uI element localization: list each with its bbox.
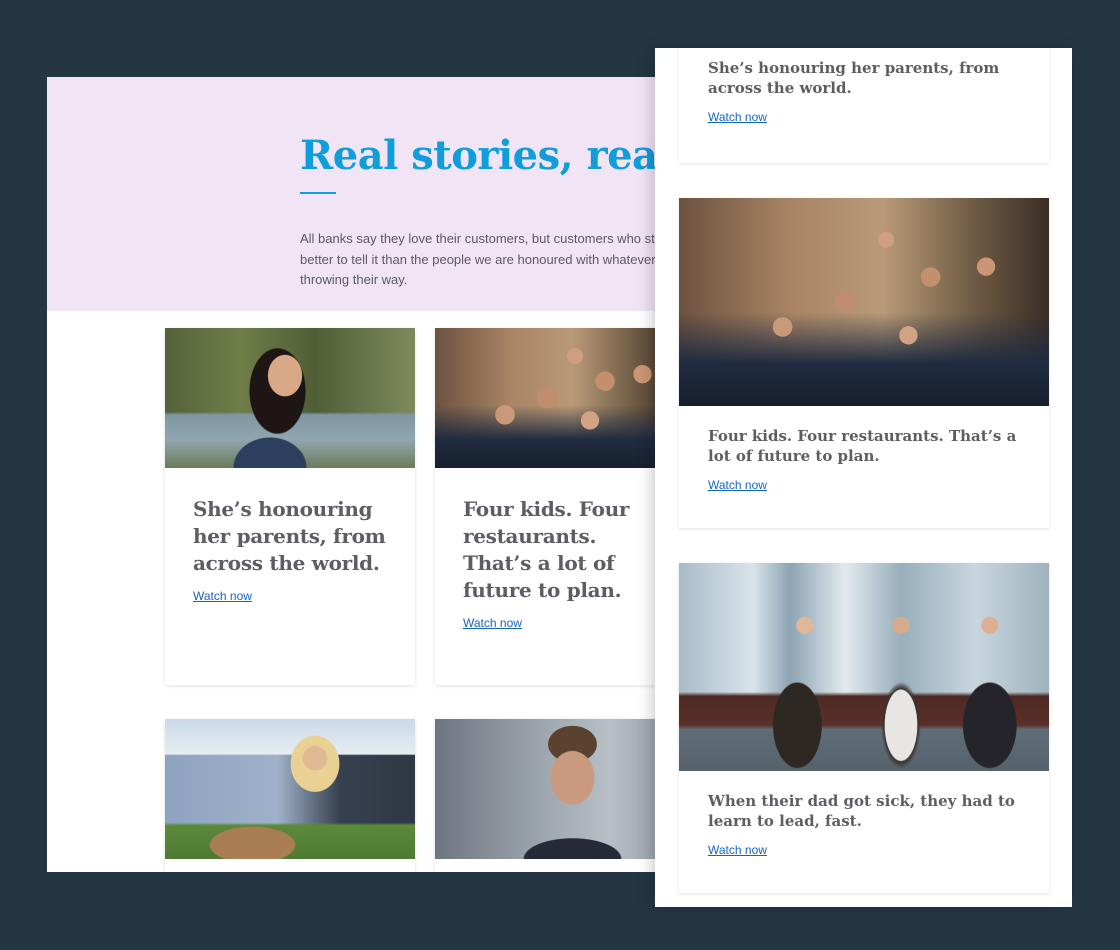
woman-smiling-by-river-photo[interactable] bbox=[165, 328, 415, 468]
story-title: When their dad got sick, they had to lea… bbox=[708, 792, 1015, 830]
watch-now-link[interactable]: Watch now bbox=[708, 478, 767, 492]
story-card: Four kids. Four restaurants. That’s a lo… bbox=[435, 328, 685, 685]
story-title: Four kids. Four restaurants. That’s a lo… bbox=[463, 497, 630, 602]
man-smiling-photo[interactable] bbox=[435, 719, 685, 859]
story-card: When their dad got sick, they had to lea… bbox=[679, 563, 1049, 893]
story-card bbox=[165, 719, 415, 872]
woman-with-dog-photo[interactable] bbox=[165, 719, 415, 859]
three-sisters-photo[interactable] bbox=[679, 563, 1049, 771]
desktop-page: Real stories, real All banks say they lo… bbox=[47, 77, 687, 872]
story-card: She’s honouring her parents, from across… bbox=[165, 328, 415, 685]
story-card: Four kids. Four restaurants. That’s a lo… bbox=[679, 198, 1049, 528]
title-underline bbox=[300, 192, 336, 194]
story-title: She’s honouring her parents, from across… bbox=[193, 497, 386, 575]
family-in-restaurant-photo[interactable] bbox=[679, 198, 1049, 406]
story-card: She’s honouring her parents, from across… bbox=[679, 48, 1049, 163]
story-title: She’s honouring her parents, from across… bbox=[708, 59, 1000, 97]
watch-now-link[interactable]: Watch now bbox=[463, 616, 522, 630]
watch-now-link[interactable]: Watch now bbox=[193, 589, 252, 603]
watch-now-link[interactable]: Watch now bbox=[708, 843, 767, 857]
family-in-restaurant-photo[interactable] bbox=[435, 328, 685, 468]
mobile-page: She’s honouring her parents, from across… bbox=[655, 48, 1072, 907]
story-card bbox=[435, 719, 685, 872]
story-title: Four kids. Four restaurants. That’s a lo… bbox=[708, 427, 1017, 465]
hero-title: Real stories, real bbox=[300, 132, 673, 179]
watch-now-link[interactable]: Watch now bbox=[708, 110, 767, 124]
hero-description: All banks say they love their customers,… bbox=[300, 231, 687, 287]
hero-banner: Real stories, real All banks say they lo… bbox=[47, 77, 687, 311]
